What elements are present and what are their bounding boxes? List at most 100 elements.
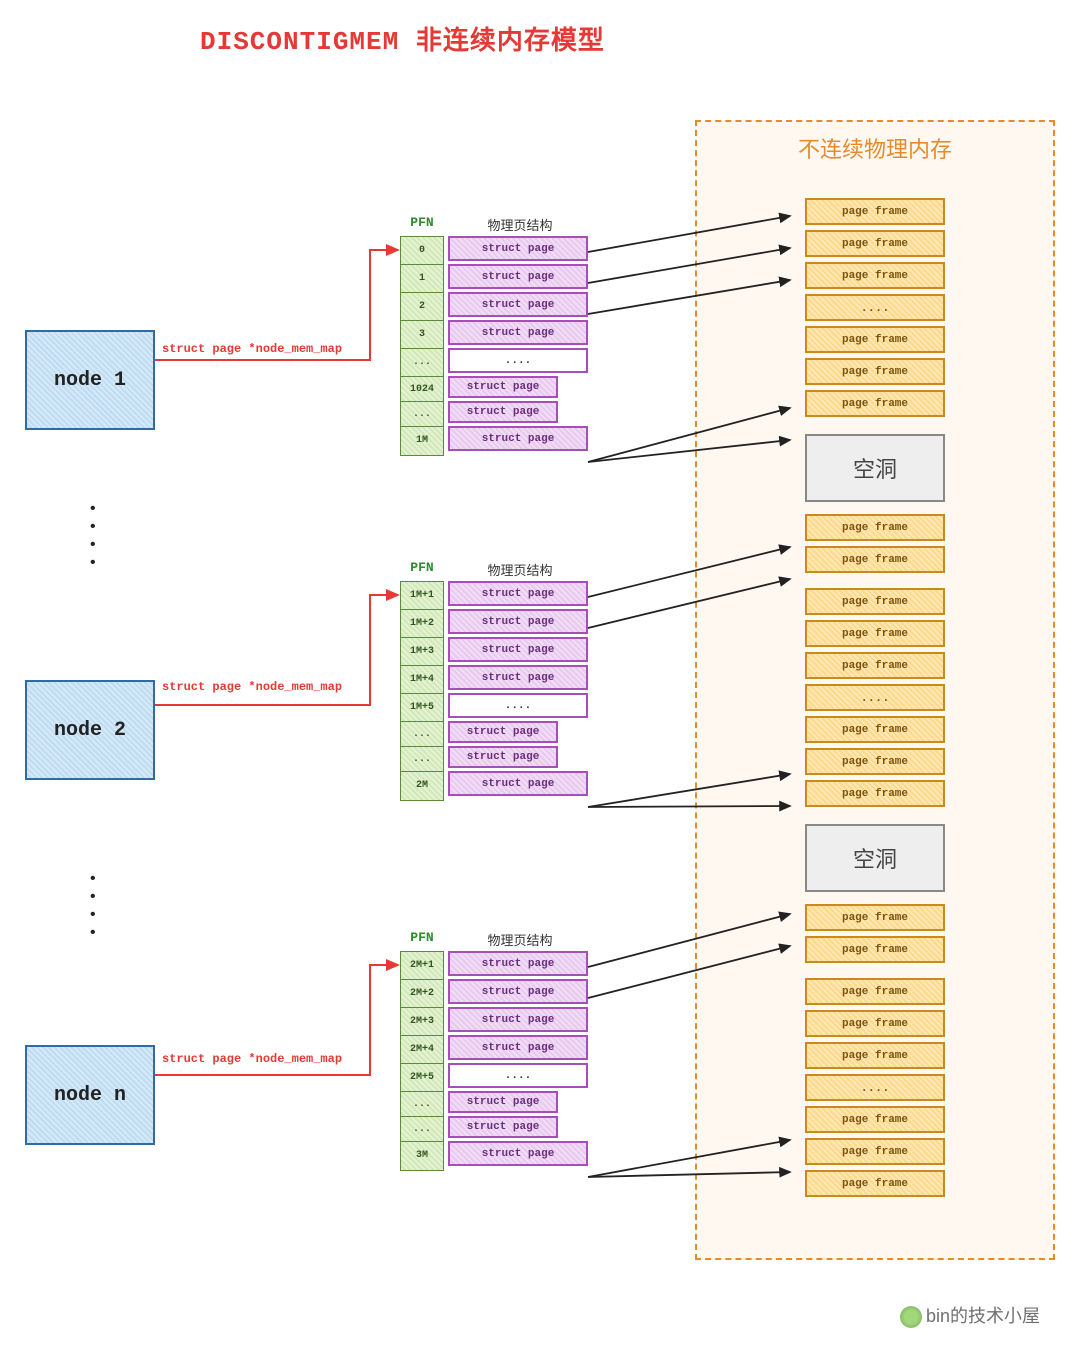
- page-frame: ....: [805, 1074, 945, 1101]
- memory-hole: 空洞: [805, 434, 945, 502]
- page-frame: page frame: [805, 514, 945, 541]
- ellipsis-icon: ••••: [88, 870, 98, 942]
- node-box: node 2: [25, 680, 155, 780]
- pfn-row: .......: [400, 348, 590, 376]
- struct-page-cell: struct page: [448, 320, 588, 345]
- struct-page-cell: ....: [448, 693, 588, 718]
- pfn-cell: 1M+3: [400, 637, 444, 667]
- struct-page-cell: struct page: [448, 264, 588, 289]
- pfn-row: 2M+4struct page: [400, 1035, 590, 1063]
- struct-header: 物理页结构: [450, 560, 590, 579]
- pfn-row: 0struct page: [400, 236, 590, 264]
- struct-page-cell: struct page: [448, 292, 588, 317]
- struct-page-cell: struct page: [448, 951, 588, 976]
- pfn-row: ...struct page: [400, 721, 590, 746]
- pfn-cell: 2M+2: [400, 979, 444, 1009]
- struct-page-cell: struct page: [448, 1007, 588, 1032]
- pfn-row: 2M+2struct page: [400, 979, 590, 1007]
- pfn-cell: ...: [400, 721, 444, 748]
- struct-page-cell: struct page: [448, 665, 588, 690]
- pfn-row: 2struct page: [400, 292, 590, 320]
- page-frame: page frame: [805, 1042, 945, 1069]
- pfn-row: 1M+1struct page: [400, 581, 590, 609]
- page-frame: page frame: [805, 198, 945, 225]
- physical-memory-title: 不连续物理内存: [697, 132, 1053, 164]
- struct-page-cell: ....: [448, 1063, 588, 1088]
- page-frame: page frame: [805, 1170, 945, 1197]
- pfn-cell: ...: [400, 1116, 444, 1143]
- pfn-cell: ...: [400, 401, 444, 428]
- page-frame: page frame: [805, 652, 945, 679]
- page-frame: page frame: [805, 588, 945, 615]
- struct-header: 物理页结构: [450, 215, 590, 234]
- pfn-cell: ...: [400, 746, 444, 773]
- page-frame: page frame: [805, 978, 945, 1005]
- struct-page-cell: struct page: [448, 771, 588, 796]
- memory-hole: 空洞: [805, 824, 945, 892]
- struct-page-cell: struct page: [448, 746, 558, 768]
- pfn-cell: 1M+5: [400, 693, 444, 723]
- pfn-header: PFN: [400, 560, 444, 579]
- struct-page-cell: struct page: [448, 979, 588, 1004]
- pfn-row: 2M+1struct page: [400, 951, 590, 979]
- struct-page-cell: struct page: [448, 637, 588, 662]
- pfn-header: PFN: [400, 215, 444, 234]
- pfn-row: ...struct page: [400, 746, 590, 771]
- pfn-cell: 1M: [400, 426, 444, 456]
- pfn-table: PFN物理页结构0struct page1struct page2struct …: [400, 215, 590, 454]
- page-frame: page frame: [805, 936, 945, 963]
- watermark: bin的技术小屋: [900, 1302, 1040, 1328]
- page-frame: page frame: [805, 780, 945, 807]
- page-frame: ....: [805, 294, 945, 321]
- pfn-row: 1Mstruct page: [400, 426, 590, 454]
- pfn-row: ...struct page: [400, 1091, 590, 1116]
- struct-page-cell: struct page: [448, 236, 588, 261]
- struct-page-cell: struct page: [448, 721, 558, 743]
- page-frame-column: page frame page frame page frame.... page f…: [697, 198, 1053, 1202]
- struct-page-cell: struct page: [448, 1091, 558, 1113]
- pfn-row: 2M+5....: [400, 1063, 590, 1091]
- page-frame: page frame: [805, 230, 945, 257]
- node-box: node n: [25, 1045, 155, 1145]
- pfn-cell: ...: [400, 1091, 444, 1118]
- struct-page-cell: ....: [448, 348, 588, 373]
- struct-page-cell: struct page: [448, 426, 588, 451]
- page-frame: page frame: [805, 326, 945, 353]
- pfn-cell: 1M+2: [400, 609, 444, 639]
- diagram-title: DISCONTIGMEM 非连续内存模型: [200, 20, 605, 57]
- wechat-icon: [900, 1306, 922, 1328]
- struct-page-cell: struct page: [448, 401, 558, 423]
- pfn-table: PFN物理页结构2M+1struct page2M+2struct page2M…: [400, 930, 590, 1169]
- node-box: node 1: [25, 330, 155, 430]
- page-frame: ....: [805, 684, 945, 711]
- pfn-cell: 1024: [400, 376, 444, 403]
- pointer-label: struct page *node_mem_map: [162, 342, 342, 356]
- ellipsis-icon: ••••: [88, 500, 98, 572]
- page-frame: page frame: [805, 1138, 945, 1165]
- pfn-table: PFN物理页结构1M+1struct page1M+2struct page1M…: [400, 560, 590, 799]
- struct-page-cell: struct page: [448, 609, 588, 634]
- page-frame: page frame: [805, 546, 945, 573]
- page-frame: page frame: [805, 748, 945, 775]
- pfn-row: 2M+3struct page: [400, 1007, 590, 1035]
- pfn-cell: 2M+1: [400, 951, 444, 981]
- pfn-row: 1M+5....: [400, 693, 590, 721]
- physical-memory-box: 不连续物理内存 page frame page frame page frame..…: [695, 120, 1055, 1260]
- struct-page-cell: struct page: [448, 1141, 588, 1166]
- page-frame: page frame: [805, 262, 945, 289]
- pfn-cell: 2M+4: [400, 1035, 444, 1065]
- pfn-cell: 1: [400, 264, 444, 294]
- struct-page-cell: struct page: [448, 1116, 558, 1138]
- pfn-row: 2Mstruct page: [400, 771, 590, 799]
- page-frame: page frame: [805, 358, 945, 385]
- pfn-cell: 2M: [400, 771, 444, 801]
- page-frame: page frame: [805, 716, 945, 743]
- pfn-cell: 2: [400, 292, 444, 322]
- pfn-cell: 1M+1: [400, 581, 444, 611]
- struct-page-cell: struct page: [448, 376, 558, 398]
- pointer-label: struct page *node_mem_map: [162, 680, 342, 694]
- pfn-row: 1024struct page: [400, 376, 590, 401]
- pfn-row: ...struct page: [400, 401, 590, 426]
- pfn-row: 3struct page: [400, 320, 590, 348]
- pfn-cell: 1M+4: [400, 665, 444, 695]
